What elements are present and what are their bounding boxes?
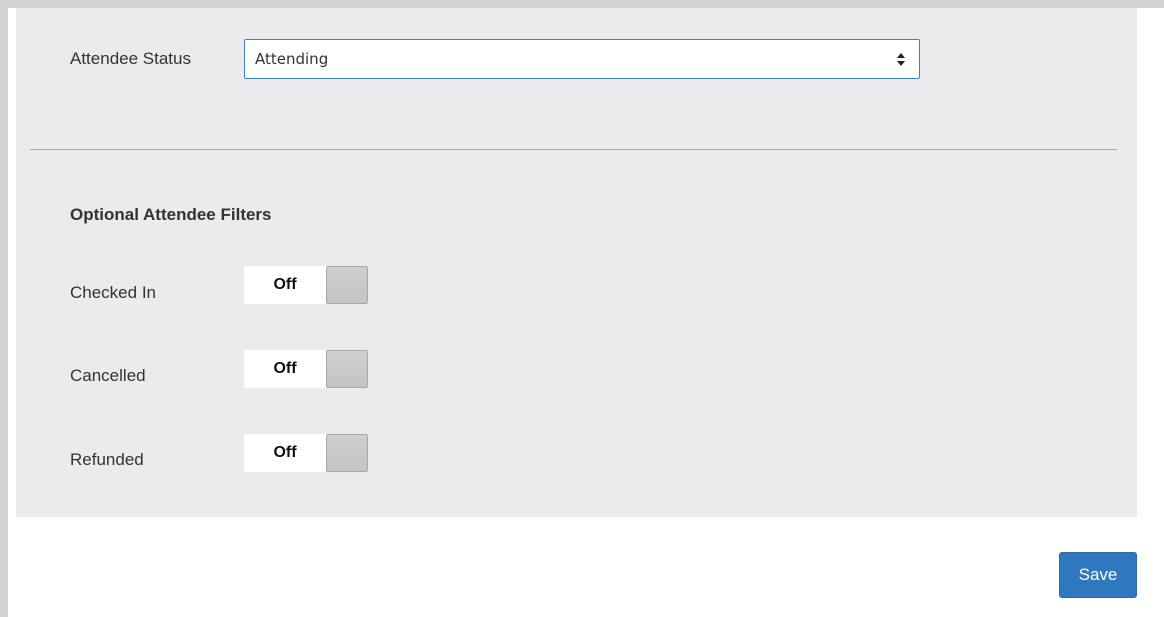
- cancelled-toggle[interactable]: Off: [244, 350, 368, 388]
- attendee-status-select[interactable]: Attending: [244, 39, 920, 79]
- refunded-toggle-state: Off: [273, 444, 297, 461]
- checked-in-toggle-knob[interactable]: [326, 266, 368, 304]
- attendee-status-label: Attendee Status: [70, 49, 191, 68]
- refunded-toggle-knob[interactable]: [326, 434, 368, 472]
- optional-filters-title: Optional Attendee Filters: [70, 205, 272, 224]
- checked-in-toggle-state: Off: [273, 276, 297, 293]
- refunded-toggle[interactable]: Off: [244, 434, 368, 472]
- refunded-label: Refunded: [70, 450, 144, 469]
- cancelled-toggle-state: Off: [273, 360, 297, 377]
- cancelled-toggle-knob[interactable]: [326, 350, 368, 388]
- sort-arrows-icon: [897, 53, 905, 66]
- save-button[interactable]: Save: [1059, 552, 1137, 598]
- checked-in-toggle[interactable]: Off: [244, 266, 368, 304]
- section-divider: [30, 149, 1117, 150]
- attendee-status-value: Attending: [255, 50, 329, 68]
- cancelled-label: Cancelled: [70, 366, 146, 385]
- checked-in-label: Checked In: [70, 283, 156, 302]
- filters-panel: [16, 8, 1137, 517]
